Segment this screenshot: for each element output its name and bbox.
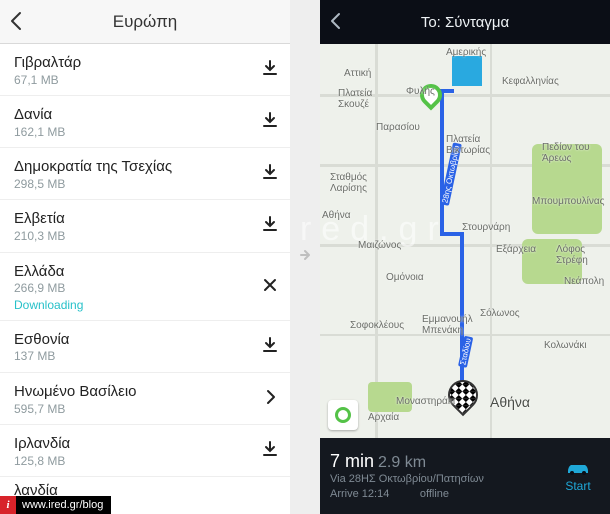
left-title: Ευρώπη bbox=[113, 12, 178, 32]
list-item[interactable]: Δημοκρατία της Τσεχίας298,5 MB bbox=[0, 148, 290, 200]
back-icon[interactable] bbox=[328, 12, 344, 35]
list-item[interactable]: Εσθονία137 MB bbox=[0, 321, 290, 373]
map-label: Εμμανουήλ Μπενάκη bbox=[422, 314, 473, 336]
country-name: Ηνωμένο Βασίλειο bbox=[14, 383, 254, 402]
country-size: 266,9 MB bbox=[14, 281, 254, 295]
transition-arrow-panel bbox=[290, 0, 320, 514]
start-label: Start bbox=[565, 479, 590, 493]
map-label: Αττική bbox=[344, 68, 371, 79]
map-label: Κολωνάκι bbox=[544, 340, 587, 351]
country-size: 595,7 MB bbox=[14, 402, 254, 416]
download-status: Downloading bbox=[14, 298, 254, 312]
route-distance: 2.9 km bbox=[378, 454, 426, 471]
arrow-right-icon bbox=[295, 245, 315, 270]
map-label: Εξάρχεια bbox=[496, 244, 536, 255]
list-item[interactable]: Ελβετία210,3 MB bbox=[0, 200, 290, 252]
map-label: Μαιζώνος bbox=[358, 240, 401, 251]
source-credit: i www.ired.gr/blog bbox=[0, 496, 111, 514]
download-icon[interactable] bbox=[254, 441, 278, 462]
map-label: Πλατεία Βικτωρίας bbox=[446, 134, 490, 156]
list-item-downloading[interactable]: Ελλάδα266,9 MB Downloading bbox=[0, 253, 290, 321]
route-via: Via 28ΗΣ Οκτωβρίου/Πατησίων bbox=[330, 472, 556, 487]
map-label: Αθήνα bbox=[322, 210, 351, 221]
map-label: Νεάπολη bbox=[564, 276, 604, 287]
back-icon[interactable] bbox=[8, 10, 26, 37]
country-name: Δανία bbox=[14, 106, 254, 125]
download-icon[interactable] bbox=[254, 164, 278, 185]
map-label: Παρασίου bbox=[376, 122, 420, 133]
country-name: Γιβραλτάρ bbox=[14, 54, 254, 73]
country-size: 210,3 MB bbox=[14, 229, 254, 243]
map-label-city: Αθήνα bbox=[490, 394, 530, 410]
map-label: Σόλωνος bbox=[480, 308, 520, 319]
map-label: Σταθμός Λαρίσης bbox=[330, 172, 367, 194]
car-icon bbox=[564, 459, 592, 477]
map-label: Κεφαλληνίας bbox=[502, 76, 559, 87]
country-list[interactable]: Γιβραλτάρ67,1 MB Δανία162,1 MB Δημοκρατί… bbox=[0, 44, 290, 514]
route-arrive: Arrive 12:14 bbox=[330, 488, 389, 500]
list-item[interactable]: Ηνωμένο Βασίλειο595,7 MB bbox=[0, 373, 290, 425]
list-item[interactable]: Γιβραλτάρ67,1 MB bbox=[0, 44, 290, 96]
chevron-right-icon[interactable] bbox=[254, 389, 278, 410]
start-navigation-button[interactable]: Start bbox=[556, 459, 600, 493]
country-size: 137 MB bbox=[14, 349, 254, 363]
route-summary-footer: 7 min2.9 km Via 28ΗΣ Οκτωβρίου/Πατησίων … bbox=[320, 438, 610, 514]
country-name: Δημοκρατία της Τσεχίας bbox=[14, 158, 254, 177]
country-size: 125,8 MB bbox=[14, 454, 254, 468]
map-label: Μπουμπουλίνας bbox=[532, 196, 605, 207]
map-label: Στουρνάρη bbox=[462, 222, 510, 233]
left-header: Ευρώπη bbox=[0, 0, 290, 44]
right-header: Το: Σύνταγμα bbox=[320, 0, 610, 44]
map-road bbox=[490, 44, 492, 438]
cancel-icon[interactable] bbox=[254, 277, 278, 298]
list-item[interactable]: Ιρλανδία125,8 MB bbox=[0, 425, 290, 477]
country-name: Ελβετία bbox=[14, 210, 254, 229]
country-name: Ιρλανδία bbox=[14, 435, 254, 454]
country-size: 298,5 MB bbox=[14, 177, 254, 191]
country-size: 67,1 MB bbox=[14, 73, 254, 87]
map-label: Πλατεία Σκουζέ bbox=[338, 88, 372, 110]
navigation-panel: Το: Σύνταγμα 28ης Οκτωβρίου Σταδίου bbox=[320, 0, 610, 514]
map-view[interactable]: 28ης Οκτωβρίου Σταδίου Αμερικής Αττική Κ… bbox=[320, 44, 610, 438]
ring-icon bbox=[335, 407, 351, 423]
route-time: 7 min bbox=[330, 451, 374, 471]
download-icon[interactable] bbox=[254, 112, 278, 133]
route-line bbox=[440, 89, 444, 234]
country-name: Εσθονία bbox=[14, 331, 254, 350]
map-label: Ομόνοια bbox=[386, 272, 424, 283]
current-location-marker bbox=[452, 56, 482, 86]
map-label: Πεδίον του Άρεως bbox=[542, 142, 590, 164]
map-label: Λόφος Στρέφη bbox=[556, 244, 588, 266]
download-icon[interactable] bbox=[254, 216, 278, 237]
map-layers-button[interactable] bbox=[328, 400, 358, 430]
map-label: Αμερικής bbox=[446, 47, 486, 58]
map-label: Αρχαία bbox=[368, 412, 399, 423]
list-item[interactable]: Δανία162,1 MB bbox=[0, 96, 290, 148]
map-label: Φυλής bbox=[406, 86, 435, 97]
download-icon[interactable] bbox=[254, 60, 278, 81]
country-size: 162,1 MB bbox=[14, 125, 254, 139]
credit-text: www.ired.gr/blog bbox=[22, 499, 103, 511]
country-download-panel: Ευρώπη Γιβραλτάρ67,1 MB Δανία162,1 MB Δη… bbox=[0, 0, 290, 514]
download-icon[interactable] bbox=[254, 337, 278, 358]
destination-flag-icon bbox=[442, 374, 484, 416]
destination-title: Το: Σύνταγμα bbox=[421, 14, 509, 31]
offline-label: offline bbox=[420, 488, 449, 500]
country-name: Ελλάδα bbox=[14, 263, 254, 282]
info-icon: i bbox=[0, 496, 16, 514]
map-label: Μοναστηράκι bbox=[396, 396, 455, 407]
map-label: Σοφοκλέους bbox=[350, 320, 404, 331]
